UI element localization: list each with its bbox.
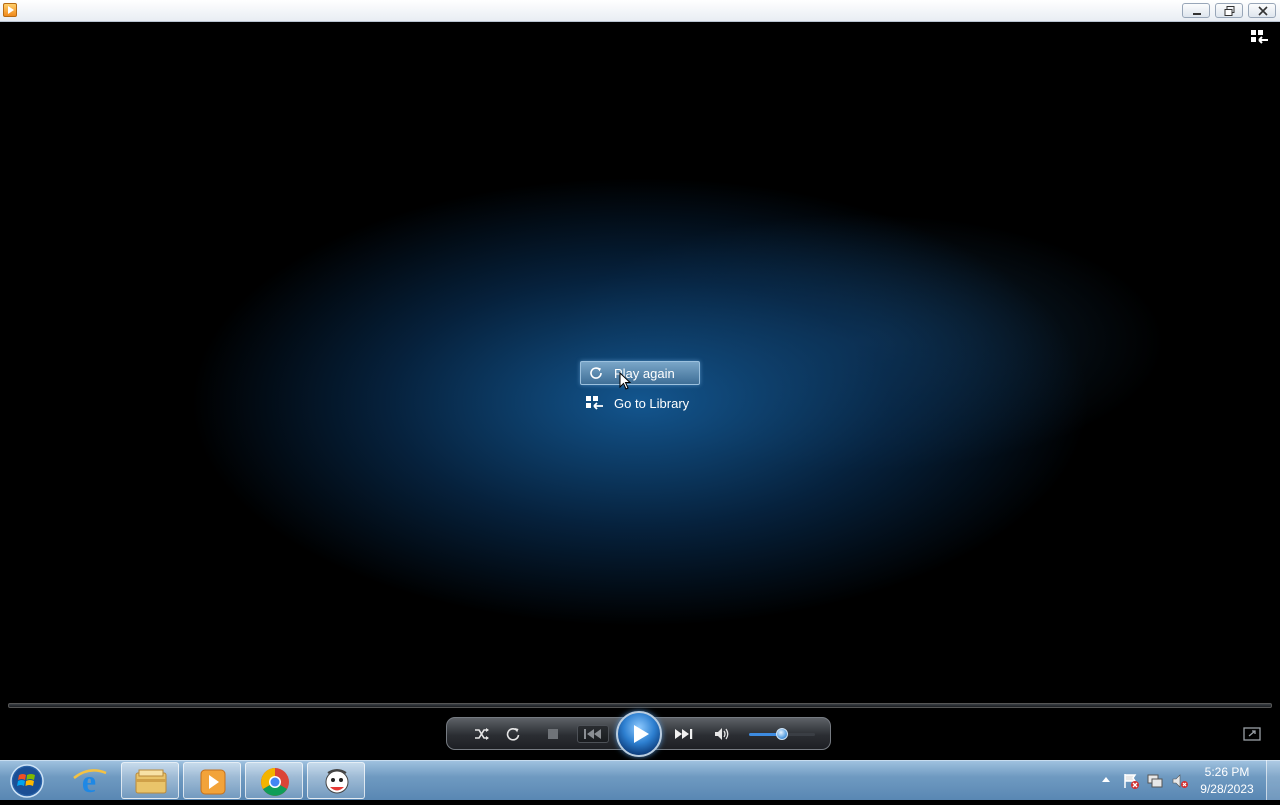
internet-explorer-icon: e (73, 763, 107, 799)
media-player-icon[interactable] (3, 3, 17, 17)
start-orb-icon[interactable] (5, 762, 47, 798)
speaker-icon[interactable] (713, 726, 731, 742)
go-to-library-button[interactable]: Go to Library (580, 392, 700, 416)
paint-app-icon (325, 769, 349, 794)
stop-icon[interactable] (544, 726, 562, 742)
network-icon[interactable] (1146, 772, 1164, 790)
taskbar-windows-explorer[interactable] (121, 762, 179, 799)
taskbar-chrome[interactable] (245, 762, 303, 799)
close-icon (1258, 6, 1268, 16)
taskbar-paint-app[interactable] (307, 762, 365, 799)
show-desktop-button[interactable] (1266, 760, 1280, 800)
taskbar-internet-explorer[interactable]: e (60, 762, 118, 799)
volume-slider-thumb[interactable] (776, 728, 788, 740)
windows-media-player-icon (200, 769, 226, 795)
show-hidden-icons-icon[interactable] (1101, 775, 1111, 783)
svg-text:e: e (82, 763, 96, 799)
play-icon (634, 725, 649, 743)
play-button[interactable] (616, 711, 662, 757)
fullscreen-icon[interactable] (1243, 727, 1261, 741)
window-title-bar (0, 0, 1280, 22)
minimize-button[interactable] (1182, 3, 1210, 18)
repeat-icon[interactable] (504, 726, 522, 742)
volume-muted-icon[interactable] (1171, 772, 1189, 790)
replay-icon (590, 367, 602, 379)
seek-bar[interactable] (8, 703, 1272, 708)
library-icon (586, 396, 603, 410)
action-center-flag-icon[interactable] (1122, 772, 1140, 790)
play-again-button[interactable]: Play again (580, 361, 700, 385)
previous-icon (584, 729, 601, 739)
mouse-cursor-icon (619, 372, 632, 390)
go-to-library-label: Go to Library (614, 396, 690, 411)
next-icon[interactable] (670, 725, 700, 743)
shuffle-icon[interactable] (473, 726, 491, 742)
now-playing-area (0, 22, 1280, 760)
previous-button[interactable] (577, 725, 609, 743)
chrome-icon (261, 768, 289, 796)
restore-icon (1224, 6, 1235, 16)
taskbar-windows-media-player[interactable] (183, 762, 241, 799)
windows-explorer-icon (135, 769, 167, 794)
switch-to-library-icon[interactable] (1250, 29, 1270, 47)
restore-button[interactable] (1215, 3, 1243, 18)
clock-date[interactable]: 9/28/2023 (1196, 782, 1258, 796)
close-button[interactable] (1248, 3, 1276, 18)
clock-time[interactable]: 5:26 PM (1196, 765, 1258, 779)
minimize-icon (1193, 13, 1201, 15)
